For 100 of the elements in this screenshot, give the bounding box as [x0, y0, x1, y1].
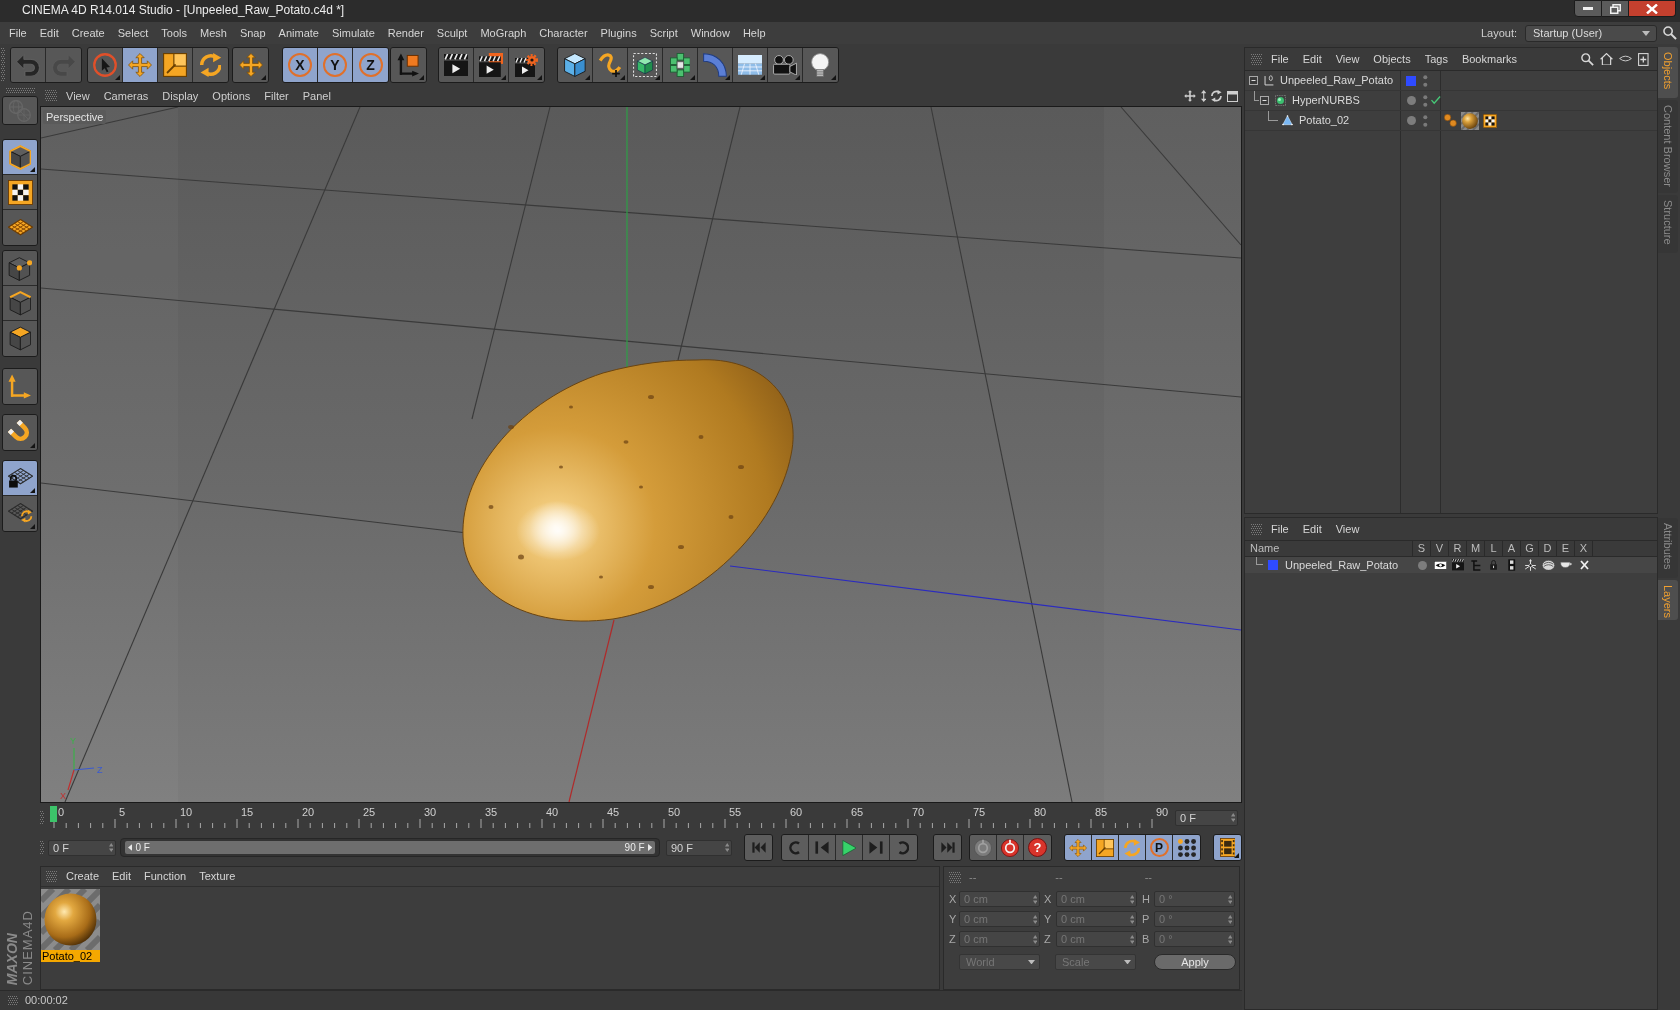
next-key-button[interactable]	[890, 835, 917, 860]
help-button[interactable]: ?	[1024, 835, 1051, 860]
menu-item[interactable]: View	[1335, 520, 1360, 538]
position-key-button[interactable]	[1065, 835, 1092, 860]
viewport-menu-item[interactable]: Cameras	[103, 87, 149, 105]
menu-item[interactable]: Render	[387, 24, 424, 42]
menu-item[interactable]: Script	[649, 24, 678, 42]
dot-icon[interactable]	[1407, 96, 1416, 105]
axis-lock-button[interactable]: X	[283, 48, 318, 82]
visibility-dots-icon[interactable]	[1423, 94, 1428, 107]
x-mark-icon[interactable]	[1579, 560, 1589, 570]
menu-item[interactable]: Bookmarks	[1461, 50, 1517, 68]
search-icon[interactable]	[1581, 52, 1595, 66]
checkmark-icon[interactable]	[1430, 96, 1441, 105]
dot-icon[interactable]	[1417, 560, 1427, 570]
render-view-button[interactable]	[439, 48, 474, 82]
edges-mode-button[interactable]	[3, 286, 37, 321]
menu-item[interactable]: Edit	[39, 24, 59, 42]
current-frame-field[interactable]: 0 F	[1175, 809, 1238, 826]
dot-icon[interactable]	[1407, 116, 1416, 125]
model-mode-button[interactable]	[3, 140, 37, 175]
minimize-button[interactable]	[1574, 0, 1602, 17]
potato-model[interactable]	[462, 359, 794, 622]
auto-key-button[interactable]	[997, 835, 1024, 860]
menu-item[interactable]: Character	[539, 24, 588, 42]
axis-mode-button[interactable]	[3, 369, 37, 404]
menu-item[interactable]: Mesh	[200, 24, 227, 42]
camera-button[interactable]	[768, 48, 803, 82]
go-to-start-button[interactable]	[745, 835, 772, 860]
rotation-key-button[interactable]	[1119, 835, 1146, 860]
menu-item[interactable]: Select	[117, 24, 149, 42]
menu-item[interactable]: Texture	[199, 868, 236, 885]
planar-workplane-button[interactable]	[3, 496, 37, 531]
menu-item[interactable]: MoGraph	[480, 24, 527, 42]
previous-key-button[interactable]	[782, 835, 809, 860]
column-header[interactable]: A	[1503, 541, 1521, 556]
locked-workplane-button[interactable]	[3, 461, 37, 496]
last-tool-button[interactable]	[233, 48, 268, 82]
maximize-icon[interactable]	[1227, 90, 1238, 102]
cup-icon[interactable]	[1559, 561, 1573, 569]
rotate-view-icon[interactable]	[1211, 90, 1222, 102]
play-button[interactable]	[836, 835, 863, 860]
column-header[interactable]: V	[1431, 541, 1449, 556]
side-tab[interactable]: Objects	[1658, 47, 1678, 98]
render-picture-viewer-button[interactable]	[474, 48, 509, 82]
menu-item[interactable]: Simulate	[331, 24, 375, 42]
axis-lock-button[interactable]: Z	[353, 48, 388, 82]
render-settings-button[interactable]	[509, 48, 544, 82]
object-name[interactable]: Potato_02	[1299, 112, 1350, 129]
light-button[interactable]	[803, 48, 838, 82]
close-button[interactable]	[1629, 0, 1676, 17]
nurbs-button[interactable]	[628, 48, 663, 82]
rotate-tool-button[interactable]	[193, 48, 228, 82]
environment-button[interactable]	[733, 48, 768, 82]
menu-item[interactable]: File	[1271, 50, 1289, 68]
menu-item[interactable]: Create	[71, 24, 105, 42]
menu-item[interactable]: Snap	[239, 24, 266, 42]
search-icon[interactable]	[1663, 26, 1677, 40]
end-frame-field[interactable]: 90 F	[666, 839, 732, 856]
menu-item[interactable]: Edit	[1302, 520, 1322, 538]
eye-icon[interactable]	[1433, 560, 1447, 570]
menu-item[interactable]: Animate	[278, 24, 319, 42]
side-tab[interactable]: Attributes	[1658, 518, 1678, 578]
gizmo-icon[interactable]	[1523, 558, 1537, 572]
home-icon[interactable]	[1600, 52, 1614, 66]
menu-item[interactable]: Window	[690, 24, 730, 42]
point-level-key-button[interactable]	[1173, 835, 1200, 860]
cube-button[interactable]	[558, 48, 593, 82]
collapse-box-icon[interactable]	[1249, 76, 1258, 85]
column-header[interactable]: L	[1485, 541, 1503, 556]
polygons-mode-button[interactable]	[3, 321, 37, 356]
object-name[interactable]: HyperNURBS	[1292, 92, 1360, 109]
menu-item[interactable]: Help	[742, 24, 766, 42]
texture-mode-button[interactable]	[3, 175, 37, 210]
viewport-menu-item[interactable]: View	[66, 87, 90, 105]
frame-range-bar[interactable]: 0 F 90 F	[125, 841, 655, 854]
new-window-icon[interactable]	[1638, 52, 1649, 66]
material-preview[interactable]	[41, 889, 100, 950]
layout-dropdown[interactable]: Startup (User)	[1525, 24, 1657, 42]
start-frame-field[interactable]: 0 F	[48, 839, 116, 856]
menu-item[interactable]: File	[1271, 520, 1289, 538]
parameter-key-button[interactable]: P	[1146, 835, 1173, 860]
frame-range-track[interactable]: 0 F 90 F	[120, 838, 660, 857]
playhead-marker[interactable]	[50, 806, 57, 822]
menu-item[interactable]: Edit	[1302, 50, 1322, 68]
menu-item[interactable]: Function	[144, 868, 187, 885]
collapse-box-icon[interactable]	[1260, 96, 1269, 105]
menu-item[interactable]: Objects	[1373, 50, 1411, 68]
scale-key-button[interactable]	[1092, 835, 1119, 860]
spline-button[interactable]	[593, 48, 628, 82]
menu-item[interactable]: Create	[66, 868, 100, 885]
checker-tag-icon[interactable]	[1483, 113, 1497, 128]
axis-lock-button[interactable]: Y	[318, 48, 353, 82]
go-to-end-button[interactable]	[934, 835, 961, 860]
viewport-menu-item[interactable]: Display	[162, 87, 199, 105]
record-button[interactable]	[970, 835, 997, 860]
layer-swatch-icon[interactable]	[1268, 560, 1278, 570]
mograph-button[interactable]	[663, 48, 698, 82]
timeline-button[interactable]	[1214, 835, 1241, 860]
material-ball-icon[interactable]	[1461, 111, 1479, 130]
